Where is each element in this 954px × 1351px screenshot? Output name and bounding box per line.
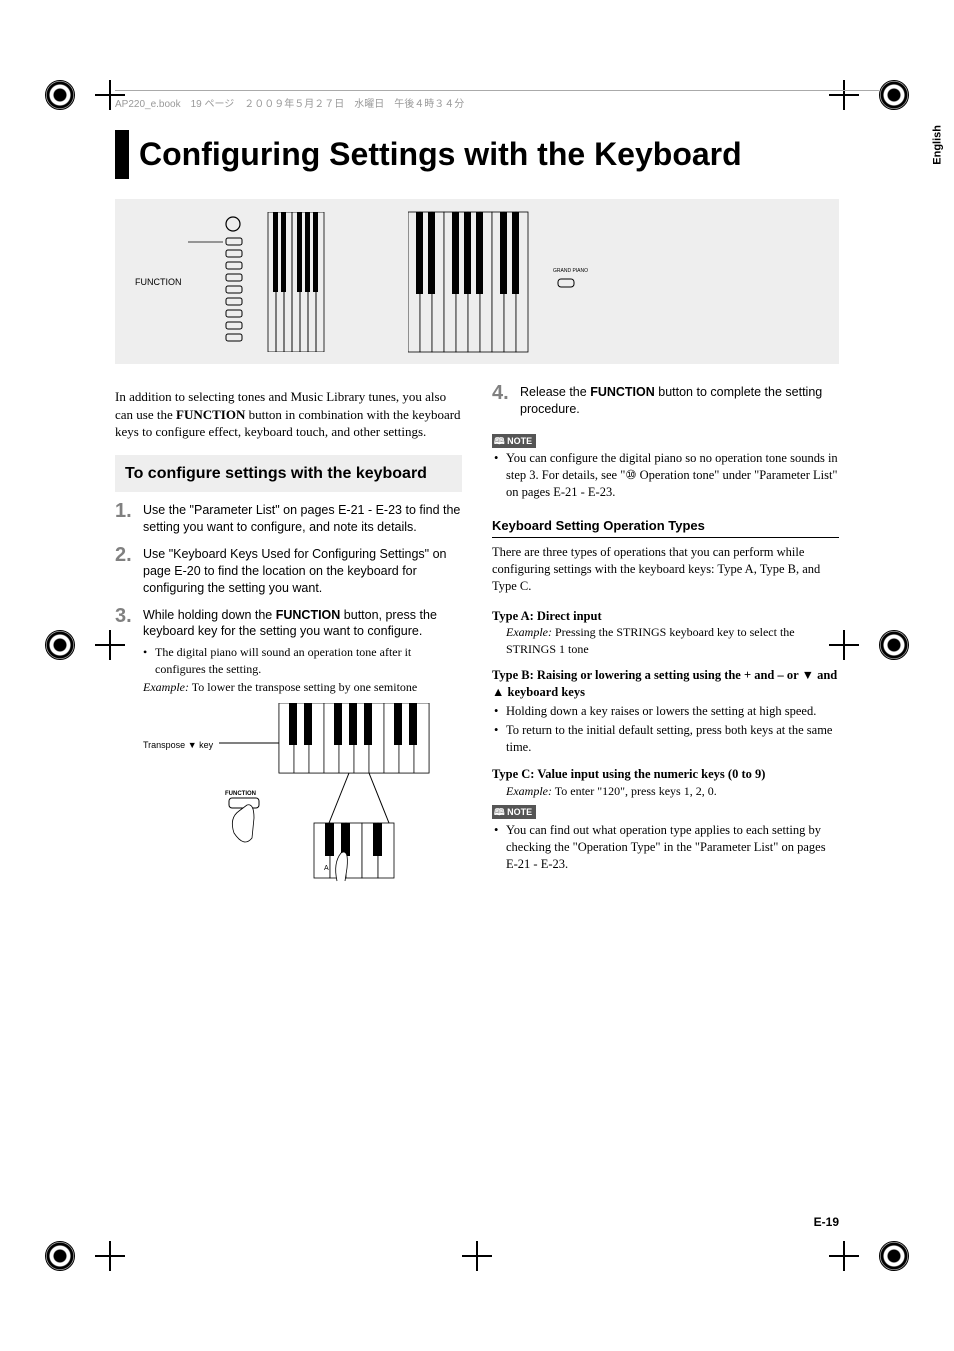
top-diagram-panel: FUNCTION: [115, 199, 839, 364]
page-title: Configuring Settings with the Keyboard: [139, 130, 742, 179]
svg-text:GRAND PIANO: GRAND PIANO: [553, 268, 588, 274]
intro-paragraph: In addition to selecting tones and Music…: [115, 388, 462, 441]
section-header: To configure settings with the keyboard: [115, 455, 462, 493]
page-title-bar: Configuring Settings with the Keyboard: [115, 130, 839, 179]
type-a-example-label: Example:: [506, 625, 552, 639]
left-column: In addition to selecting tones and Music…: [115, 384, 462, 893]
note-1-text: You can configure the digital piano so n…: [492, 450, 839, 501]
right-column: Release the FUNCTION button to complete …: [492, 384, 839, 893]
page-number: E-19: [814, 1215, 839, 1229]
transpose-diagram-icon: FUNCTION: [219, 703, 439, 883]
function-label: FUNCTION: [135, 277, 182, 287]
type-c-head: Type C: Value input using the numeric ke…: [492, 766, 839, 783]
step-4: Release the FUNCTION button to complete …: [492, 384, 839, 418]
title-accent: [115, 130, 129, 179]
type-c-example: To enter "120", press keys 1, 2, 0.: [555, 784, 717, 798]
steps-list: Use the "Parameter List" on pages E-21 -…: [115, 502, 462, 883]
type-b-head: Type B: Raising or lowering a setting us…: [492, 667, 839, 701]
steps-list-cont: Release the FUNCTION button to complete …: [492, 384, 839, 418]
svg-text:A: A: [324, 865, 329, 872]
note-badge-1: NOTE: [492, 434, 536, 448]
step-1-text: Use the "Parameter List" on pages E-21 -…: [143, 503, 460, 534]
step-3-example-label: Example:: [143, 680, 189, 694]
step-2: Use "Keyboard Keys Used for Configuring …: [115, 546, 462, 597]
type-b-bullet-1: Holding down a key raises or lowers the …: [492, 703, 839, 720]
svg-text:FUNCTION: FUNCTION: [225, 791, 256, 797]
type-a-head: Type A: Direct input: [492, 608, 839, 625]
step-3: While holding down the FUNCTION button, …: [115, 607, 462, 883]
step-2-text: Use "Keyboard Keys Used for Configuring …: [143, 547, 446, 595]
step-1: Use the "Parameter List" on pages E-21 -…: [115, 502, 462, 536]
language-tab: English: [932, 125, 944, 165]
note-badge-2: NOTE: [492, 805, 536, 819]
step-3-bullet: The digital piano will sound an operatio…: [143, 644, 462, 676]
type-c-example-label: Example:: [506, 784, 552, 798]
header-rule: [115, 90, 879, 91]
type-b-bullet-2: To return to the initial default setting…: [492, 722, 839, 756]
note-2-text: You can find out what operation type app…: [492, 822, 839, 873]
control-panel-icon: [188, 212, 328, 352]
step-3-example-text: To lower the transpose setting by one se…: [192, 680, 417, 694]
transpose-key-label: Transpose ▼ key: [143, 739, 213, 751]
operation-types-subhead: Keyboard Setting Operation Types: [492, 517, 839, 539]
types-intro: There are three types of operations that…: [492, 544, 839, 595]
header-meta: AP220_e.book 19 ページ ２００９年５月２７日 水曜日 午後４時３…: [115, 95, 464, 110]
keyboard-top-icon: GRAND PIANO: [408, 207, 608, 357]
